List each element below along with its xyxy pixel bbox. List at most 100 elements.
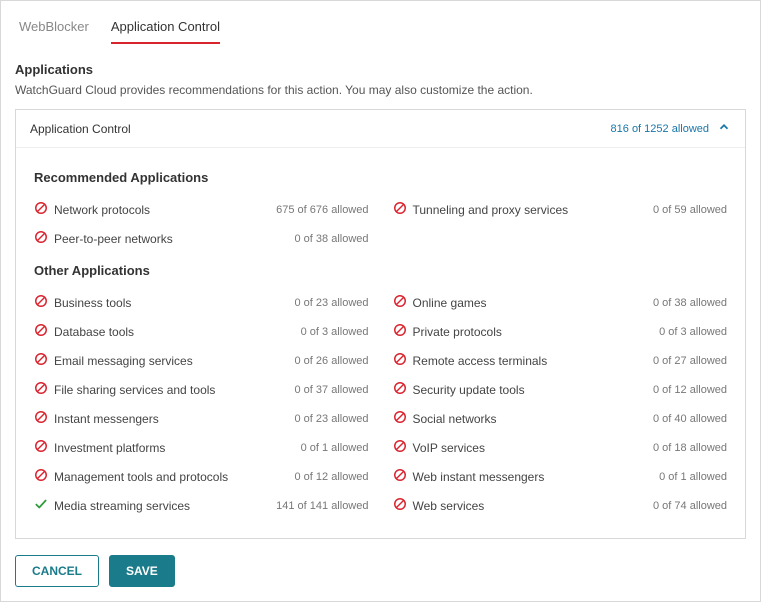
block-icon xyxy=(393,294,407,311)
chevron-up-icon[interactable] xyxy=(717,120,731,137)
app-name: Peer-to-peer networks xyxy=(54,232,173,246)
app-name: Business tools xyxy=(54,296,131,310)
block-icon xyxy=(393,323,407,340)
app-left: Private protocols xyxy=(393,323,502,340)
app-name: Private protocols xyxy=(413,325,502,339)
tab-webblocker[interactable]: WebBlocker xyxy=(19,15,89,44)
app-status: 0 of 38 allowed xyxy=(295,233,369,245)
app-row[interactable]: Media streaming services141 of 141 allow… xyxy=(34,491,369,520)
app-status: 0 of 3 allowed xyxy=(301,326,369,338)
app-row[interactable]: Remote access terminals0 of 27 allowed xyxy=(393,346,728,375)
app-name: Email messaging services xyxy=(54,354,193,368)
check-icon xyxy=(34,497,48,514)
app-row[interactable]: Email messaging services 0 of 26 allowed xyxy=(34,346,369,375)
panel-summary-area: 816 of 1252 allowed xyxy=(611,120,731,137)
block-icon xyxy=(34,468,48,485)
app-left: Social networks xyxy=(393,410,497,427)
app-row[interactable]: Social networks 0 of 40 allowed xyxy=(393,404,728,433)
app-name: Remote access terminals xyxy=(413,354,548,368)
app-status: 0 of 40 allowed xyxy=(653,413,727,425)
app-row[interactable]: Management tools and protocols0 of 12 al… xyxy=(34,462,369,491)
app-status: 0 of 23 allowed xyxy=(295,413,369,425)
app-row[interactable]: Instant messengers 0 of 23 allowed xyxy=(34,404,369,433)
app-left: Management tools and protocols xyxy=(34,468,228,485)
app-row[interactable]: Web instant messengers 0 of 1 allowed xyxy=(393,462,728,491)
app-status: 0 of 26 allowed xyxy=(295,355,369,367)
app-name: Media streaming services xyxy=(54,499,190,513)
panel-summary: 816 of 1252 allowed xyxy=(611,123,709,135)
app-row[interactable]: File sharing services and tools 0 of 37 a… xyxy=(34,375,369,404)
app-status: 0 of 74 allowed xyxy=(653,500,727,512)
panel-body: Recommended Applications Network protoco… xyxy=(16,148,745,538)
app-left: Tunneling and proxy services xyxy=(393,201,569,218)
app-left: VoIP services xyxy=(393,439,485,456)
cancel-button[interactable]: CANCEL xyxy=(15,555,99,587)
block-icon xyxy=(34,410,48,427)
app-row[interactable]: Web services 0 of 74 allowed xyxy=(393,491,728,520)
app-name: Tunneling and proxy services xyxy=(413,203,569,217)
app-left: Security update tools xyxy=(393,381,525,398)
app-left: Peer-to-peer networks xyxy=(34,230,173,247)
section-description: WatchGuard Cloud provides recommendation… xyxy=(15,83,746,97)
app-status: 0 of 18 allowed xyxy=(653,442,727,454)
app-row[interactable]: Investment platforms 0 of 1 allowed xyxy=(34,433,369,462)
app-status: 0 of 38 allowed xyxy=(653,297,727,309)
block-icon xyxy=(393,497,407,514)
app-name: Web services xyxy=(413,499,485,513)
tab-bar: WebBlocker Application Control xyxy=(15,1,746,44)
app-status: 0 of 37 allowed xyxy=(295,384,369,396)
app-name: VoIP services xyxy=(413,441,485,455)
panel-title: Application Control xyxy=(30,122,131,136)
app-row[interactable]: Online games 0 of 38 allowed xyxy=(393,288,728,317)
app-row[interactable]: Network protocols 675 of 676 allowed xyxy=(34,195,369,224)
app-name: Investment platforms xyxy=(54,441,165,455)
block-icon xyxy=(393,352,407,369)
app-row[interactable]: Database tools0 of 3 allowed xyxy=(34,317,369,346)
app-row[interactable]: Business tools0 of 23 allowed xyxy=(34,288,369,317)
tab-application-control[interactable]: Application Control xyxy=(111,15,220,44)
app-status: 0 of 12 allowed xyxy=(653,384,727,396)
app-row[interactable]: Peer-to-peer networks 0 of 38 allowed xyxy=(34,224,369,253)
app-row[interactable]: VoIP services 0 of 18 allowed xyxy=(393,433,728,462)
app-left: Instant messengers xyxy=(34,410,159,427)
app-name: Management tools and protocols xyxy=(54,470,228,484)
app-left: Network protocols xyxy=(34,201,150,218)
app-row[interactable]: Tunneling and proxy services0 of 59 allo… xyxy=(393,195,728,224)
app-left: Media streaming services xyxy=(34,497,190,514)
block-icon xyxy=(34,381,48,398)
app-left: Email messaging services xyxy=(34,352,193,369)
block-icon xyxy=(34,352,48,369)
app-status: 0 of 3 allowed xyxy=(659,326,727,338)
app-name: Web instant messengers xyxy=(413,470,545,484)
app-status: 675 of 676 allowed xyxy=(276,204,368,216)
block-icon xyxy=(393,439,407,456)
app-left: Web instant messengers xyxy=(393,468,545,485)
block-icon xyxy=(34,230,48,247)
app-row[interactable]: Private protocols 0 of 3 allowed xyxy=(393,317,728,346)
appcontrol-panel: Application Control 816 of 1252 allowed … xyxy=(15,109,746,539)
app-left: File sharing services and tools xyxy=(34,381,215,398)
app-name: Online games xyxy=(413,296,487,310)
app-name: Social networks xyxy=(413,412,497,426)
app-row[interactable]: Security update tools 0 of 12 allowed xyxy=(393,375,728,404)
main-container: WebBlocker Application Control Applicati… xyxy=(0,0,761,602)
app-name: Security update tools xyxy=(413,383,525,397)
app-status: 0 of 1 allowed xyxy=(301,442,369,454)
app-left: Business tools xyxy=(34,294,131,311)
app-left: Remote access terminals xyxy=(393,352,548,369)
other-apps-grid: Business tools0 of 23 allowedOnline game… xyxy=(34,288,727,520)
other-group-title: Other Applications xyxy=(34,263,727,278)
section-title: Applications xyxy=(15,62,746,77)
block-icon xyxy=(393,201,407,218)
app-name: Network protocols xyxy=(54,203,150,217)
app-name: File sharing services and tools xyxy=(54,383,215,397)
block-icon xyxy=(34,323,48,340)
app-status: 0 of 1 allowed xyxy=(659,471,727,483)
block-icon xyxy=(393,410,407,427)
save-button[interactable]: SAVE xyxy=(109,555,175,587)
panel-header[interactable]: Application Control 816 of 1252 allowed xyxy=(16,110,745,148)
block-icon xyxy=(393,381,407,398)
block-icon xyxy=(34,201,48,218)
app-left: Online games xyxy=(393,294,487,311)
app-left: Investment platforms xyxy=(34,439,165,456)
